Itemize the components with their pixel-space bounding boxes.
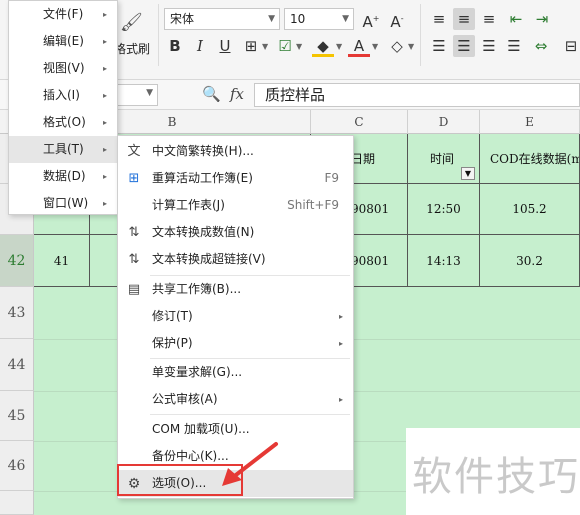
italic-button[interactable]: I (189, 35, 211, 57)
cell-style-icon[interactable]: ☑ (274, 35, 296, 57)
font-size-select[interactable]: 10 ▼ (284, 8, 354, 30)
watermark-text: 软件技巧 (412, 454, 580, 500)
menu-item-share-workbook[interactable]: ▤ 共享工作簿(B)... (118, 276, 353, 303)
font-name-value: 宋体 (170, 12, 195, 26)
header-time-label: 时间 (430, 152, 455, 166)
chevron-right-icon: ▸ (102, 10, 107, 19)
chevron-down-icon: ▼ (268, 14, 275, 24)
text-to-number-icon: ⇅ (128, 225, 140, 240)
menu-item-tools[interactable]: 工具(T) ▸ (9, 136, 117, 163)
menu-item-revisions[interactable]: 修订(T) ▸ (118, 303, 353, 330)
column-header-c[interactable]: C (311, 110, 408, 134)
cell-time[interactable]: 12:50 (408, 184, 480, 235)
align-top-icon[interactable]: ≡ (428, 8, 450, 30)
menu-item-view[interactable]: 视图(V) ▸ (9, 55, 117, 82)
chevron-right-icon: ▸ (102, 37, 107, 46)
menu-item-file[interactable]: 文件(F) ▸ (9, 1, 117, 28)
share-workbook-icon: ▤ (127, 282, 141, 297)
menu-item-insert[interactable]: 插入(I) ▸ (9, 82, 117, 109)
fx-label[interactable]: fx (230, 85, 244, 103)
column-header-e[interactable]: E (480, 110, 580, 134)
format-painter-icon: 🖌 (120, 12, 143, 33)
eraser-icon[interactable]: ◇ (386, 35, 408, 57)
menu-item-text-to-number[interactable]: ⇅ 文本转换成数值(N) (118, 219, 353, 246)
chevron-right-icon: ▸ (338, 312, 343, 321)
header-cell-cod[interactable]: COD在线数据(m (480, 134, 580, 184)
chevron-right-icon: ▸ (102, 145, 107, 154)
column-header-d[interactable]: D (408, 110, 480, 134)
underline-button[interactable]: U (214, 35, 236, 57)
menu-item-window[interactable]: 窗口(W) ▸ (9, 190, 117, 217)
chevron-right-icon: ▸ (102, 172, 107, 181)
distribute-icon[interactable]: ⇔ (530, 35, 552, 57)
cell-cod[interactable]: 30.2 (480, 235, 580, 287)
menu-item-traditional-simplified[interactable]: 文 中文简繁转换(H)... (118, 138, 353, 165)
chevron-right-icon: ▸ (338, 395, 343, 404)
increase-indent-icon[interactable]: ⇥ (531, 8, 553, 30)
recalc-workbook-icon: ⊞ (128, 171, 140, 186)
align-middle-icon[interactable]: ≡ (453, 8, 475, 30)
menu-item-com-addins[interactable]: COM 加载项(U)... (118, 416, 353, 443)
chevron-down-icon: ▼ (342, 14, 349, 24)
cell[interactable]: 41 (34, 235, 90, 287)
row-header[interactable]: 42 (0, 235, 34, 287)
font-color-icon[interactable]: A (348, 35, 370, 57)
align-bottom-icon[interactable]: ≡ (478, 8, 500, 30)
traditional-simplified-icon: 文 (127, 144, 141, 159)
zoom-search-icon[interactable]: 🔍 (202, 85, 221, 103)
chevron-right-icon: ▸ (338, 339, 343, 348)
menu-item-formula-audit[interactable]: 公式审核(A) ▸ (118, 386, 353, 413)
menu-item-text-to-hyperlink[interactable]: ⇅ 文本转换成超链接(V) (118, 246, 353, 273)
fill-color-icon[interactable]: ◆ (312, 35, 334, 57)
menu-item-format[interactable]: 格式(O) ▸ (9, 109, 117, 136)
row-header[interactable]: 45 (0, 391, 34, 441)
text-to-hyperlink-icon: ⇅ (128, 252, 140, 267)
decrease-indent-icon[interactable]: ⇤ (505, 8, 527, 30)
row-header[interactable]: 44 (0, 339, 34, 391)
justify-icon[interactable]: ☰ (503, 35, 525, 57)
cell-cod[interactable]: 105.2 (480, 184, 580, 235)
chevron-right-icon: ▸ (102, 199, 107, 208)
cell-time[interactable]: 14:13 (408, 235, 480, 287)
chevron-right-icon: ▸ (102, 91, 107, 100)
increase-font-size-icon[interactable]: A+ (360, 8, 382, 31)
annotation-arrow (222, 442, 278, 486)
menu-item-data[interactable]: 数据(D) ▸ (9, 163, 117, 190)
chevron-right-icon: ▸ (102, 118, 107, 127)
chevron-down-icon: ▼ (146, 88, 153, 98)
header-cell-time[interactable]: 时间 ▼ (408, 134, 480, 184)
borders-icon[interactable]: ⊞ (240, 35, 262, 57)
menu-item-calc-sheet[interactable]: 计算工作表(J) Shift+F9 (118, 192, 353, 219)
chevron-right-icon: ▸ (102, 64, 107, 73)
row-header[interactable]: 46 (0, 441, 34, 491)
align-right-icon[interactable]: ☰ (478, 35, 500, 57)
font-name-select[interactable]: 宋体 ▼ (164, 8, 280, 30)
align-center-icon[interactable]: ☰ (453, 35, 475, 57)
decrease-font-size-icon[interactable]: A- (386, 8, 408, 31)
menu-item-edit[interactable]: 编辑(E) ▸ (9, 28, 117, 55)
format-painter-button[interactable]: 🖌 格式刷 (112, 8, 152, 64)
menu-item-protection[interactable]: 保护(P) ▸ (118, 330, 353, 357)
format-painter-label: 格式刷 (114, 42, 151, 56)
main-menu: 文件(F) ▸ 编辑(E) ▸ 视图(V) ▸ 插入(I) ▸ 格式(O) ▸ 工具(T)… (8, 0, 118, 215)
row-header[interactable] (0, 491, 34, 515)
font-size-value: 10 (290, 12, 306, 26)
merge-cells-icon[interactable]: ⊟ (560, 35, 580, 57)
align-left-icon[interactable]: ☰ (428, 35, 450, 57)
bold-button[interactable]: B (164, 35, 186, 57)
formula-input[interactable]: 质控样品 (254, 83, 580, 107)
menu-item-recalc-workbook[interactable]: ⊞ 重算活动工作簿(E) F9 (118, 165, 353, 192)
row-header[interactable]: 43 (0, 287, 34, 339)
menu-item-goal-seek[interactable]: 单变量求解(G)... (118, 359, 353, 386)
filter-dropdown-icon[interactable]: ▼ (461, 167, 475, 180)
